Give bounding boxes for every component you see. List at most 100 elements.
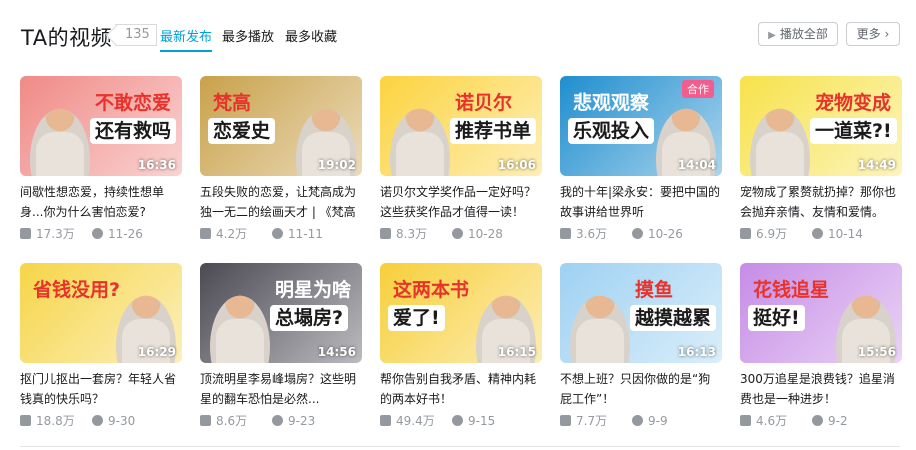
publish-date: 11-26: [92, 226, 143, 242]
video-card[interactable]: 摸鱼 越摸越累 16:13 不想上班？只因你做的是“狗屁工作”！ 7.7万 9-…: [560, 263, 722, 443]
thumbnail-caption-line-1: 不敢恋爱: [95, 92, 172, 114]
video-title[interactable]: 我的十年|梁永安：要把中国的故事讲给世界听: [560, 182, 722, 222]
thumbnail-caption-line-1: 省钱没用?: [33, 279, 121, 301]
thumbnail-caption-line-2: 挺好!: [748, 305, 805, 331]
video-thumbnail[interactable]: 这两本书 爱了! 16:15: [380, 263, 542, 363]
view-count: 18.8万: [20, 413, 75, 429]
collab-badge: 合作: [682, 80, 714, 98]
thumbnail-caption-line-2: 总塌房?: [270, 305, 349, 331]
video-thumbnail[interactable]: 明星为啥 总塌房? 14:56: [200, 263, 362, 363]
thumbnail-caption-line-1: 宠物变成: [815, 92, 892, 114]
view-count: 3.6万: [560, 226, 607, 242]
tab-most-played[interactable]: 最多播放: [222, 26, 274, 45]
divider: [20, 446, 900, 447]
view-count: 49.4万: [380, 413, 435, 429]
video-title[interactable]: 帮你告别自我矛盾、精神内耗的两本好书！: [380, 369, 542, 409]
thumbnail-caption-line-1: 摸鱼: [635, 279, 674, 301]
video-thumbnail[interactable]: 摸鱼 越摸越累 16:13: [560, 263, 722, 363]
video-thumbnail[interactable]: 梵高 恋爱史 19:02: [200, 76, 362, 176]
publish-date: 9-2: [812, 413, 848, 429]
publish-date: 9-30: [92, 413, 135, 429]
video-card[interactable]: 悲观观察 乐观投入 合作 14:04 我的十年|梁永安：要把中国的故事讲给世界听…: [560, 76, 722, 256]
video-duration: 16:29: [137, 345, 176, 359]
play-count-icon: [200, 228, 211, 239]
chevron-right-icon: ›: [884, 27, 890, 41]
thumbnail-caption-line-1: 这两本书: [393, 279, 470, 301]
video-thumbnail[interactable]: 悲观观察 乐观投入 合作 14:04: [560, 76, 722, 176]
video-duration: 14:56: [317, 345, 356, 359]
play-count-icon: [740, 415, 751, 426]
clock-icon: [272, 415, 283, 426]
play-count-icon: [380, 228, 391, 239]
video-duration: 14:49: [857, 158, 896, 172]
clock-icon: [92, 415, 103, 426]
video-title[interactable]: 300万追星是浪费钱？追星消费也是一种进步！: [740, 369, 902, 409]
thumbnail-caption-line-2: 乐观投入: [568, 118, 655, 144]
video-card[interactable]: 省钱没用? 16:29 抠门儿抠出一套房？年轻人省钱真的快乐吗？ 18.8万 9…: [20, 263, 182, 443]
publish-date: 11-11: [272, 226, 323, 242]
play-count-icon: [740, 228, 751, 239]
video-card[interactable]: 这两本书 爱了! 16:15 帮你告别自我矛盾、精神内耗的两本好书！ 49.4万…: [380, 263, 542, 443]
video-title[interactable]: 五段失败的恋爱，让梵高成为独一无二的绘画天才 | 《梵高: [200, 182, 362, 222]
play-count-icon: [560, 228, 571, 239]
video-card[interactable]: 诺贝尔 推荐书单 16:06 诺贝尔文学奖作品一定好吗？这些获奖作品才值得一读！…: [380, 76, 542, 256]
video-duration: 15:56: [857, 345, 896, 359]
view-count: 6.9万: [740, 226, 787, 242]
clock-icon: [452, 415, 463, 426]
video-thumbnail[interactable]: 不敢恋爱 还有救吗 16:36: [20, 76, 182, 176]
thumbnail-caption-line-2: 还有救吗: [90, 118, 177, 144]
video-title[interactable]: 不想上班？只因你做的是“狗屁工作”！: [560, 369, 722, 409]
video-thumbnail[interactable]: 诺贝尔 推荐书单 16:06: [380, 76, 542, 176]
play-count-icon: [20, 415, 31, 426]
video-title[interactable]: 间歇性想恋爱，持续性想单身...你为什么害怕恋爱?: [20, 182, 182, 222]
thumbnail-caption-line-2: 推荐书单: [450, 118, 537, 144]
publish-date: 9-15: [452, 413, 495, 429]
play-count-icon: [20, 228, 31, 239]
clock-icon: [272, 228, 283, 239]
video-thumbnail[interactable]: 花钱追星 挺好! 15:56: [740, 263, 902, 363]
section-header: TA的视频 135 最新发布 最多播放 最多收藏 ▶ 播放全部 更多 ›: [0, 0, 916, 68]
video-thumbnail[interactable]: 宠物变成 一道菜?! 14:49: [740, 76, 902, 176]
video-title[interactable]: 顶流明星李易峰塌房？这些明星的翻车恐怕是必然...: [200, 369, 362, 409]
video-card[interactable]: 梵高 恋爱史 19:02 五段失败的恋爱，让梵高成为独一无二的绘画天才 | 《梵…: [200, 76, 362, 256]
video-duration: 14:04: [677, 158, 716, 172]
thumbnail-caption-line-2: 越摸越累: [630, 305, 717, 331]
play-all-button[interactable]: ▶ 播放全部: [758, 22, 838, 46]
thumbnail-caption-line-2: 一道菜?!: [810, 118, 897, 144]
video-card[interactable]: 宠物变成 一道菜?! 14:49 宠物成了累赘就扔掉？那你也会抛弃亲情、友情和爱…: [740, 76, 902, 256]
play-icon: ▶: [768, 30, 776, 41]
thumbnail-caption-line-1: 悲观观察: [573, 92, 650, 114]
publish-date: 10-14: [812, 226, 863, 242]
video-duration: 16:36: [137, 158, 176, 172]
video-card[interactable]: 花钱追星 挺好! 15:56 300万追星是浪费钱？追星消费也是一种进步！ 4.…: [740, 263, 902, 443]
thumbnail-caption-line-2: 恋爱史: [208, 118, 276, 144]
view-count: 8.3万: [380, 226, 427, 242]
video-duration: 16:06: [497, 158, 536, 172]
publish-date: 10-26: [632, 226, 683, 242]
tab-most-favorited[interactable]: 最多收藏: [285, 26, 337, 45]
view-count: 8.6万: [200, 413, 247, 429]
thumbnail-caption-line-1: 梵高: [213, 92, 252, 114]
tab-latest[interactable]: 最新发布: [160, 26, 213, 52]
clock-icon: [632, 228, 643, 239]
more-button[interactable]: 更多 ›: [846, 22, 900, 46]
clock-icon: [452, 228, 463, 239]
view-count: 17.3万: [20, 226, 75, 242]
video-title[interactable]: 诺贝尔文学奖作品一定好吗？这些获奖作品才值得一读！: [380, 182, 542, 222]
video-count-badge: 135: [115, 24, 157, 46]
publish-date: 10-28: [452, 226, 503, 242]
video-title[interactable]: 抠门儿抠出一套房？年轻人省钱真的快乐吗？: [20, 369, 182, 409]
video-card[interactable]: 不敢恋爱 还有救吗 16:36 间歇性想恋爱，持续性想单身...你为什么害怕恋爱…: [20, 76, 182, 256]
view-count: 7.7万: [560, 413, 607, 429]
thumbnail-caption-line-1: 诺贝尔: [455, 92, 513, 114]
video-card[interactable]: 明星为啥 总塌房? 14:56 顶流明星李易峰塌房？这些明星的翻车恐怕是必然..…: [200, 263, 362, 443]
video-duration: 19:02: [317, 158, 356, 172]
video-duration: 16:15: [497, 345, 536, 359]
play-count-icon: [560, 415, 571, 426]
video-thumbnail[interactable]: 省钱没用? 16:29: [20, 263, 182, 363]
thumbnail-caption-line-2: 爱了!: [388, 305, 445, 331]
play-count-icon: [380, 415, 391, 426]
video-duration: 16:13: [677, 345, 716, 359]
thumbnail-caption-line-1: 明星为啥: [275, 279, 352, 301]
video-title[interactable]: 宠物成了累赘就扔掉？那你也会抛弃亲情、友情和爱情。: [740, 182, 902, 222]
